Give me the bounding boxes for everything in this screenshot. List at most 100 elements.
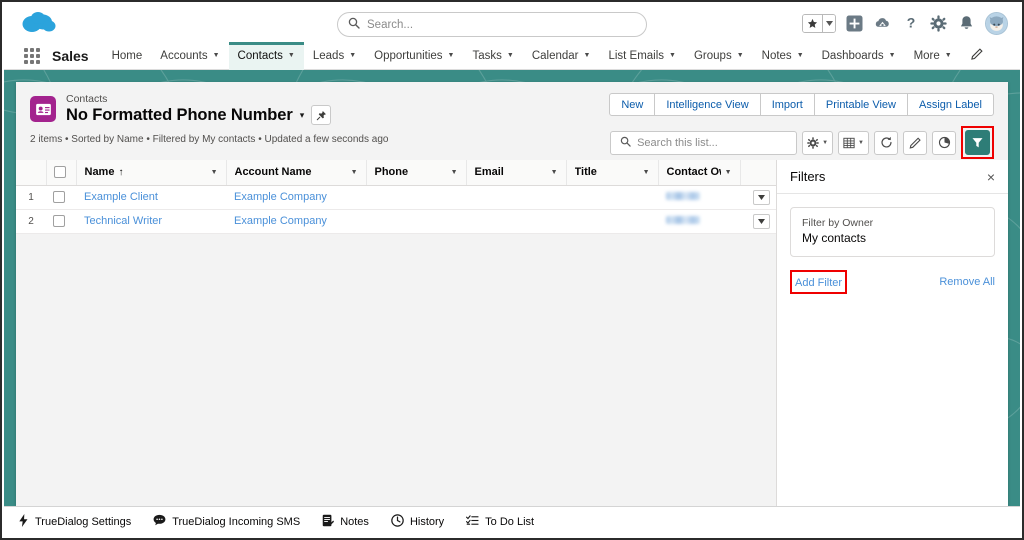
favorites-caret-icon[interactable] bbox=[822, 14, 835, 32]
list-tool-row: ▼ ▼ bbox=[610, 126, 994, 159]
column-header-title[interactable]: Title ▼ bbox=[566, 160, 659, 186]
row-checkbox[interactable] bbox=[53, 215, 65, 227]
list-view-chevron-down-icon[interactable]: ▾ bbox=[300, 110, 305, 121]
chevron-down-icon[interactable]: ▼ bbox=[797, 52, 804, 59]
column-header-account-name[interactable]: Account Name ▼ bbox=[226, 160, 367, 186]
app-launcher-waffle-icon[interactable] bbox=[24, 47, 40, 64]
chevron-down-icon[interactable]: ▼ bbox=[288, 52, 295, 59]
chevron-down-icon[interactable]: ▼ bbox=[669, 52, 676, 59]
filters-panel-body: Filter by Owner My contacts Add Filter R… bbox=[777, 194, 1008, 294]
contact-name-link[interactable]: Technical Writer bbox=[84, 215, 162, 227]
chevron-down-icon[interactable]: ▼ bbox=[507, 52, 514, 59]
cell-contact-owner bbox=[658, 209, 740, 234]
notifications-bell-icon[interactable] bbox=[957, 14, 976, 33]
nav-item-dashboards[interactable]: Dashboards ▼ bbox=[813, 42, 905, 70]
add-filter-link[interactable]: Add Filter bbox=[795, 277, 842, 289]
new-button[interactable]: New bbox=[609, 93, 656, 116]
assign-label-button[interactable]: Assign Label bbox=[907, 93, 994, 116]
table-row[interactable]: 2 Technical Writer Example Company bbox=[16, 209, 776, 234]
pin-icon[interactable] bbox=[311, 105, 332, 125]
account-name-link[interactable]: Example Company bbox=[234, 215, 327, 227]
filter-funnel-button[interactable] bbox=[965, 130, 990, 155]
utility-item-history[interactable]: History bbox=[391, 513, 444, 530]
charts-button[interactable] bbox=[932, 130, 956, 155]
chevron-down-icon[interactable]: ▼ bbox=[448, 52, 455, 59]
table-row[interactable]: 1 Example Client Example Company bbox=[16, 185, 776, 210]
nav-item-leads[interactable]: Leads ▼ bbox=[304, 42, 365, 70]
search-icon bbox=[620, 134, 631, 152]
utility-item-to-do-list[interactable]: To Do List bbox=[466, 514, 534, 530]
nav-item-groups[interactable]: Groups ▼ bbox=[685, 42, 753, 70]
add-plus-icon[interactable] bbox=[845, 14, 864, 33]
chevron-down-icon[interactable]: ▼ bbox=[211, 169, 218, 176]
column-header-contact-owner[interactable]: Contact Ow... ▼ bbox=[658, 160, 741, 186]
nav-item-calendar[interactable]: Calendar ▼ bbox=[523, 42, 600, 70]
utility-item-truedialog-settings[interactable]: TrueDialog Settings bbox=[18, 513, 132, 530]
nav-item-tasks[interactable]: Tasks ▼ bbox=[463, 42, 522, 70]
utility-item-label: TrueDialog Settings bbox=[35, 515, 132, 528]
settings-gear-icon[interactable] bbox=[929, 14, 948, 33]
nav-item-list-emails[interactable]: List Emails ▼ bbox=[599, 42, 685, 70]
chevron-down-icon[interactable]: ▼ bbox=[213, 52, 220, 59]
row-checkbox[interactable] bbox=[53, 191, 65, 203]
nav-item-home[interactable]: Home bbox=[103, 42, 152, 70]
refresh-button[interactable] bbox=[874, 130, 898, 155]
column-header-phone[interactable]: Phone ▼ bbox=[366, 160, 467, 186]
list-search-box[interactable] bbox=[610, 130, 798, 155]
intelligence-view-button[interactable]: Intelligence View bbox=[654, 93, 761, 116]
select-all-header[interactable] bbox=[46, 160, 77, 186]
chevron-down-icon[interactable]: ▼ bbox=[643, 169, 650, 176]
column-label: Phone bbox=[374, 166, 409, 179]
column-header-name[interactable]: Name ↑ ▼ bbox=[76, 160, 227, 186]
chevron-down-icon[interactable]: ▼ bbox=[725, 169, 732, 176]
help-question-icon[interactable]: ? bbox=[901, 14, 920, 33]
favorites-group[interactable] bbox=[802, 13, 836, 33]
chevron-down-icon[interactable]: ▼ bbox=[451, 169, 458, 176]
chevron-down-icon[interactable]: ▼ bbox=[551, 169, 558, 176]
nav-item-contacts[interactable]: Contacts ▼ bbox=[228, 41, 305, 70]
printable-view-button[interactable]: Printable View bbox=[813, 93, 908, 116]
chevron-down-icon[interactable]: ▼ bbox=[889, 52, 896, 59]
row-actions-chevron-down-icon[interactable] bbox=[753, 213, 770, 229]
list-search-input[interactable] bbox=[637, 136, 778, 149]
nav-label: Accounts bbox=[160, 49, 208, 62]
list-view-controls-gear-button[interactable]: ▼ bbox=[802, 130, 834, 155]
account-name-link[interactable]: Example Company bbox=[234, 191, 327, 203]
row-actions-chevron-down-icon[interactable] bbox=[753, 189, 770, 205]
cloud-setup-icon[interactable] bbox=[873, 14, 892, 33]
nav-item-more[interactable]: More ▼ bbox=[905, 42, 961, 70]
utility-item-truedialog-incoming-sms[interactable]: TrueDialog Incoming SMS bbox=[153, 514, 300, 529]
sort-ascending-icon[interactable]: ↑ bbox=[118, 167, 123, 178]
edit-nav-pencil-icon[interactable] bbox=[970, 47, 984, 65]
chevron-down-icon[interactable]: ▼ bbox=[822, 140, 828, 146]
user-avatar[interactable] bbox=[985, 11, 1008, 35]
chevron-down-icon[interactable]: ▼ bbox=[351, 169, 358, 176]
column-label: Email bbox=[474, 166, 504, 179]
chevron-down-icon[interactable]: ▼ bbox=[584, 52, 591, 59]
display-as-table-button[interactable]: ▼ bbox=[838, 130, 869, 155]
global-search-box[interactable] bbox=[337, 12, 647, 37]
contacts-list-table: Name ↑ ▼ Account Name ▼ Phone ▼ Email ▼ … bbox=[16, 160, 776, 506]
inline-edit-pencil-button[interactable] bbox=[903, 130, 927, 155]
global-search-input[interactable] bbox=[367, 18, 621, 31]
chevron-down-icon[interactable]: ▼ bbox=[858, 140, 864, 146]
close-icon[interactable]: × bbox=[987, 170, 995, 184]
favorites-star-icon[interactable] bbox=[803, 14, 822, 32]
row-select-cell[interactable] bbox=[46, 209, 76, 234]
chevron-down-icon[interactable]: ▼ bbox=[737, 52, 744, 59]
chevron-down-icon[interactable]: ▼ bbox=[945, 52, 952, 59]
utility-item-notes[interactable]: Notes bbox=[322, 514, 369, 530]
select-all-checkbox[interactable] bbox=[53, 166, 66, 179]
nav-item-opportunities[interactable]: Opportunities ▼ bbox=[365, 42, 463, 70]
nav-item-notes[interactable]: Notes ▼ bbox=[753, 42, 813, 70]
filter-by-owner-card[interactable]: Filter by Owner My contacts bbox=[790, 207, 995, 257]
import-button[interactable]: Import bbox=[759, 93, 815, 116]
row-select-cell[interactable] bbox=[46, 185, 76, 210]
remove-all-link[interactable]: Remove All bbox=[939, 276, 995, 288]
cell-email bbox=[466, 209, 566, 234]
contact-name-link[interactable]: Example Client bbox=[84, 191, 158, 203]
column-header-email[interactable]: Email ▼ bbox=[466, 160, 567, 186]
chevron-down-icon[interactable]: ▼ bbox=[349, 52, 356, 59]
salesforce-cloud-logo[interactable] bbox=[16, 8, 62, 38]
nav-item-accounts[interactable]: Accounts ▼ bbox=[151, 42, 228, 70]
